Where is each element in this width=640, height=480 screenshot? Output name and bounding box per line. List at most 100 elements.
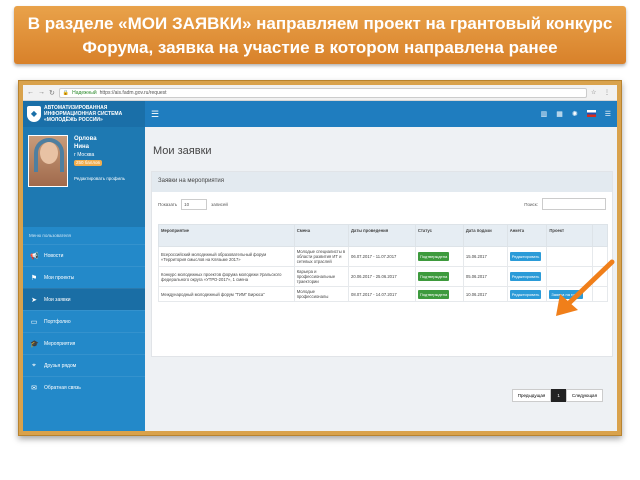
col-submitted[interactable]: Дата подачи — [462, 224, 508, 247]
cell-dates: 06.07.2017 - 11.07.2017 — [348, 246, 416, 267]
cell-status: Подтверждена — [414, 246, 464, 267]
cell-form: Редактировать — [506, 246, 548, 267]
cell-submitted: 10.06.2017 — [462, 286, 508, 302]
cell-event: Всероссийский молодежный образовательный… — [158, 246, 295, 267]
edit-form-button[interactable]: Редактировать — [509, 272, 542, 281]
settings-icon[interactable]: ✺ — [572, 110, 578, 118]
profile-card: Орлова Нина г Москва 250 баллов Редактир… — [23, 127, 145, 227]
banner-line-1: В разделе «МОИ ЗАЯВКИ» направляем проект… — [27, 14, 613, 33]
grid-icon[interactable]: ▦ — [556, 110, 563, 118]
profile-surname: Орлова — [74, 136, 97, 142]
cell-submitted: 05.06.2017 — [462, 266, 508, 287]
cell-shift: Карьера и профессиональные траектории — [293, 266, 350, 287]
search-area: Поиск: — [524, 198, 606, 210]
edit-profile-link[interactable]: Редактировать профиль — [74, 175, 125, 183]
pagination: Предыдущая 1 Следующая — [511, 389, 603, 402]
sidebar-item-news[interactable]: 📢 Новости — [23, 244, 145, 266]
col-form[interactable]: Анкета — [506, 224, 548, 247]
cell-status: Подтверждена — [414, 266, 464, 287]
prev-page-button[interactable]: Предыдущая — [511, 389, 552, 402]
avatar[interactable] — [28, 135, 68, 187]
emblem-icon: ◆ — [27, 106, 41, 122]
search-input[interactable] — [542, 198, 606, 210]
cell-dates: 20.06.2017 - 25.06.2017 — [348, 266, 416, 287]
cell-event: Международный молодежный форум "ТИМ" Бир… — [158, 286, 295, 302]
sidebar-item-projects[interactable]: ⚑ Мои проекты — [23, 266, 145, 288]
table-row: Конкурс молодежных проектов форума молод… — [158, 266, 608, 287]
header-icons: ▥ ▦ ✺ ☰ — [541, 110, 617, 118]
hamburger-icon[interactable]: ☰ — [151, 109, 159, 120]
show-label: Показать — [158, 201, 178, 207]
logo-text: АВТОМАТИЗИРОВАННАЯ ИНФОРМАЦИОННАЯ СИСТЕМ… — [44, 105, 123, 123]
sidebar-item-friends[interactable]: ⌖ Друзья рядом — [23, 354, 145, 376]
profile-name: Нина — [74, 144, 89, 150]
edit-form-button[interactable]: Редактировать — [509, 252, 542, 261]
edit-form-button[interactable]: Редактировать — [509, 289, 542, 299]
browser-toolbar: ← → ↻ 🔒 Надежный https://ais.fadm.gov.ru… — [23, 85, 617, 101]
next-page-button[interactable]: Следующая — [565, 389, 603, 402]
cell-event: Конкурс молодежных проектов форума молод… — [158, 266, 295, 287]
app-header: ◆ АВТОМАТИЗИРОВАННАЯ ИНФОРМАЦИОННАЯ СИСТ… — [23, 101, 617, 127]
col-project[interactable]: Проект — [546, 224, 594, 247]
cell-form: Редактировать — [506, 266, 548, 287]
status-badge: Подтверждена — [417, 252, 450, 261]
russian-flag-icon[interactable] — [586, 110, 596, 117]
sidebar-item-events[interactable]: 🎓 Мероприятия — [23, 332, 145, 354]
page-size-select[interactable]: 10 — [181, 198, 208, 210]
screenshot-frame: ← → ↻ 🔒 Надежный https://ais.fadm.gov.ru… — [18, 80, 622, 436]
sidebar-item-requests[interactable]: ➤ Мои заявки — [23, 288, 145, 310]
col-dates[interactable]: Даты проведения — [348, 224, 416, 247]
col-status[interactable]: Статус — [414, 224, 464, 247]
app-screen: ← → ↻ 🔒 Надежный https://ais.fadm.gov.ru… — [23, 85, 617, 431]
secure-label: Надежный — [72, 89, 97, 96]
cell-form: Редактировать — [506, 286, 548, 302]
reload-icon[interactable]: ↻ — [49, 89, 55, 97]
menu-icon[interactable]: ☰ — [605, 110, 611, 118]
location-icon: ⌖ — [32, 361, 36, 369]
main-content: Мои заявки Заявки на мероприятия Показат… — [145, 127, 617, 431]
forward-icon[interactable]: → — [38, 89, 45, 96]
cell-dates: 08.07.2017 - 14.07.2017 — [348, 286, 416, 302]
current-page-button[interactable]: 1 — [551, 389, 566, 402]
requests-panel: Заявки на мероприятия Показать 10 записе… — [151, 171, 613, 357]
cell-shift: Молодые специалисты в области развития И… — [293, 246, 350, 267]
col-shift[interactable]: Смена — [293, 224, 350, 247]
panel-title: Заявки на мероприятия — [152, 172, 612, 192]
records-label: записей — [211, 201, 228, 207]
chart-icon[interactable]: ▥ — [541, 110, 548, 118]
profile-info: Орлова Нина г Москва 250 баллов Редактир… — [74, 135, 125, 219]
col-event[interactable]: Мероприятие — [158, 224, 295, 247]
sidebar: Орлова Нина г Москва 250 баллов Редактир… — [23, 127, 145, 431]
cell-shift: Молодые профессионалы — [293, 286, 350, 302]
cell-submitted: 15.06.2017 — [462, 246, 508, 267]
requests-table: Мероприятие Смена Даты проведения Статус… — [158, 224, 608, 302]
profile-city: г Москва — [74, 152, 95, 158]
back-icon[interactable]: ← — [27, 89, 34, 96]
banner-line-2: Форума, заявка на участие в котором напр… — [82, 38, 558, 57]
instruction-banner: В разделе «МОИ ЗАЯВКИ» направляем проект… — [14, 6, 626, 64]
cell-status: Подтверждена — [414, 286, 464, 302]
address-bar[interactable]: 🔒 Надежный https://ais.fadm.gov.ru/reque… — [58, 87, 587, 98]
table-row: Международный молодежный форум "ТИМ" Бир… — [158, 286, 608, 302]
search-label: Поиск: — [524, 201, 538, 207]
menu-title: Меню пользователя — [29, 233, 71, 238]
table-controls: Показать 10 записей Поиск: — [152, 192, 612, 216]
app-logo[interactable]: ◆ АВТОМАТИЗИРОВАННАЯ ИНФОРМАЦИОННАЯ СИСТ… — [23, 101, 145, 127]
graduation-icon: 🎓 — [30, 340, 39, 348]
sidebar-item-portfolio[interactable]: ▭ Портфолио — [23, 310, 145, 332]
points-badge: 250 баллов — [74, 160, 102, 166]
lock-icon: 🔒 — [62, 89, 70, 96]
table-row: Всероссийский молодежный образовательный… — [158, 246, 608, 267]
status-badge: Подтверждена — [417, 289, 450, 299]
page-title: Мои заявки — [153, 145, 212, 157]
status-badge: Подтверждена — [417, 272, 450, 281]
folder-icon: ▭ — [30, 318, 38, 326]
megaphone-icon: 📢 — [30, 252, 39, 260]
pointer-arrow-icon — [556, 259, 615, 316]
send-icon: ➤ — [31, 296, 37, 304]
browser-menu-icons[interactable]: ☆ ⋮ — [591, 89, 613, 96]
mail-icon: ✉ — [31, 384, 37, 392]
flag-icon: ⚑ — [30, 274, 38, 282]
sidebar-item-feedback[interactable]: ✉ Обратная связь — [23, 376, 145, 398]
url-text: https://ais.fadm.gov.ru/request — [99, 89, 167, 96]
